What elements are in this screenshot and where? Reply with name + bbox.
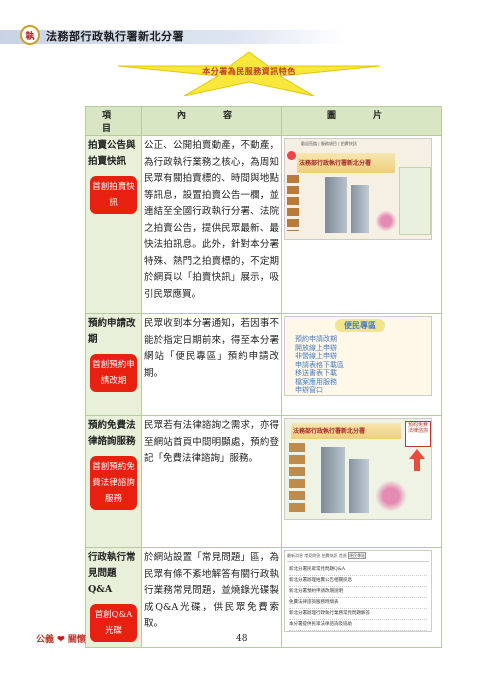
list-item: 預約申請改期 (295, 335, 337, 343)
tab-auction: 拍賣快訊 (321, 553, 338, 558)
table-row: 預約申請改期 首創預約申請改期 民眾收到本分署通知，若因事不能於指定日期前來，得… (85, 313, 442, 416)
list-item: 新北分署預約申請改期說明 (289, 587, 427, 598)
tab-home: 首頁 (338, 553, 347, 558)
table-header-row: 項 目 內 容 圖 片 (85, 106, 442, 136)
flower-decoration (371, 479, 411, 513)
shot-title: 法務部行政執行署新北分署 (293, 428, 366, 435)
list-item: 新北分署民眾常見問題Q&A (289, 565, 427, 576)
list-item: 申請表格下載區 (295, 360, 344, 369)
footer-motto: 公義 ❤ 關懷 (36, 632, 86, 645)
row-description: 民眾收到本分署通知，若因事不能於指定日期前來，得至本分署網站「便民專區」預約申請… (141, 313, 282, 416)
logo-seal-icon (287, 151, 296, 160)
table-row: 預約免費法律諮詢服務 首創預約免費法律諮詢服務 民眾若有法律諮詢之需求，亦得至網… (85, 415, 442, 548)
tab-service: 便民專區 (348, 552, 367, 559)
row-description: 民眾若有法律諮詢之需求，亦得至網站首頁中間明顯處，預約登記「免費法律諮詢」服務。 (141, 415, 282, 548)
footer-text: 公義 (36, 635, 55, 645)
shot-title: 法務部行政執行署新北分署 (299, 160, 372, 167)
heart-icon: ❤ (57, 635, 65, 645)
row-image-cell: 歡迎蒞臨 | 服務項目 | 拍賣快訊 法務部行政執行署新北分署 (281, 135, 442, 314)
screenshot-service-zone: 便民專區 預約申請改期 開放線上申辦 非營線上申辦 申請表格下載區 移送書表下載… (284, 316, 432, 396)
list-item: 檔案應用服務 (295, 377, 337, 386)
list-item: 新北分署辦理拍賣公告相關訊息 (289, 576, 427, 587)
first-badge: 首創拍賣快訊 (90, 176, 137, 214)
footer-text: 關懷 (67, 635, 86, 645)
list-item: 本分署提供民眾法律諮詢及協助 (289, 620, 427, 631)
faq-tabs: 最新消息 常見問答 拍賣快訊 首頁 便民專區 (287, 552, 429, 562)
building-image (349, 459, 369, 513)
row-item-cell: 拍賣公告與拍賣快訊 首創拍賣快訊 (85, 135, 142, 314)
table-row: 行政執行常見問題Q&A 首創Q&A光碟 於網站設置「常見問題」區，為民眾有條不紊… (85, 547, 442, 648)
service-list: 預約申請改期 開放線上申辦 非營線上申辦 申請表格下載區 移送書表下載 檔案應用… (295, 335, 425, 395)
building-image (321, 447, 345, 513)
list-item: 非營線上申辦 (295, 352, 337, 360)
first-badge: 首創預約免費法律諮詢服務 (90, 456, 137, 510)
shot-side-menu (287, 175, 299, 231)
row-item-label: 行政執行常見問題Q&A (88, 552, 136, 595)
shot-ribbon: 歡迎蒞臨 | 服務項目 | 拍賣快訊 (301, 141, 357, 146)
list-item: 免費法律諮詢服務時間表 (289, 598, 427, 609)
consult-sign: 預約免費法律諮詢 (405, 421, 431, 447)
first-badge: 首創預約申請改期 (90, 354, 137, 392)
screenshot-faq: 最新消息 常見問答 拍賣快訊 首頁 便民專區 新北分署民眾常見問題Q&A 新北分… (284, 550, 432, 632)
first-badge: 首創Q&A光碟 (90, 604, 137, 642)
screenshot-auction: 歡迎蒞臨 | 服務項目 | 拍賣快訊 法務部行政執行署新北分署 (284, 138, 432, 240)
col-header-image: 圖 片 (281, 106, 442, 136)
arrow-up-icon (409, 449, 425, 459)
row-image-cell: 法務部行政執行署新北分署 預約免費法律諮詢 (281, 415, 442, 548)
features-table: 項 目 內 容 圖 片 拍賣公告與拍賣快訊 首創拍賣快訊 公正、公開拍賣動產，不… (85, 106, 442, 648)
agency-logo-icon: 執 (20, 25, 40, 45)
shot-title: 便民專區 (335, 319, 385, 332)
row-item-cell: 行政執行常見問題Q&A 首創Q&A光碟 (85, 547, 142, 648)
row-image-cell: 便民專區 預約申請改期 開放線上申辦 非營線上申辦 申請表格下載區 移送書表下載… (281, 313, 442, 416)
screenshot-legal-consult: 法務部行政執行署新北分署 預約免費法律諮詢 (284, 418, 432, 520)
building-image (351, 185, 369, 233)
shot-right-panel (399, 167, 431, 235)
tab-news: 最新消息 (287, 553, 303, 558)
row-description: 公正、公開拍賣動產，不動產，為行政執行業務之核心，為周知民眾有關拍賣標的、時間與… (141, 135, 282, 314)
header-title: 法務部行政執行署新北分署 (46, 30, 184, 43)
shot-side-menu (289, 443, 305, 513)
banner-star: 本分署為民服務資訊特色 (118, 52, 380, 96)
banner-text: 本分署為民服務資訊特色 (202, 66, 296, 76)
row-item-label: 預約申請改期 (88, 318, 136, 345)
page-number: 48 (236, 634, 248, 644)
row-item-label: 拍賣公告與拍賣快訊 (88, 140, 136, 167)
table-row: 拍賣公告與拍賣快訊 首創拍賣快訊 公正、公開拍賣動產，不動產，為行政執行業務之核… (85, 135, 442, 314)
col-header-content: 內 容 (141, 106, 282, 136)
flower-decoration (373, 209, 399, 233)
list-item: 移送書表下載 (295, 369, 337, 377)
arrow-shaft (414, 459, 420, 471)
row-image-cell: 最新消息 常見問答 拍賣快訊 首頁 便民專區 新北分署民眾常見問題Q&A 新北分… (281, 547, 442, 648)
faq-list: 新北分署民眾常見問題Q&A 新北分署辦理拍賣公告相關訊息 新北分署預約申請改期說… (289, 565, 427, 631)
row-item-cell: 預約申請改期 首創預約申請改期 (85, 313, 142, 416)
building-image (325, 177, 347, 233)
page-header: 執 法務部行政執行署新北分署 (0, 24, 480, 50)
row-item-label: 預約免費法律諮詢服務 (88, 420, 136, 447)
list-item: 新北分署辦理行政執行業務常見問題解答 (289, 609, 427, 620)
col-header-item: 項 目 (85, 106, 142, 136)
row-item-cell: 預約免費法律諮詢服務 首創預約免費法律諮詢服務 (85, 415, 142, 548)
list-item: 申辦窗口 (295, 386, 323, 394)
list-item: 開放線上申辦 (295, 343, 337, 352)
tab-faq: 常見問答 (304, 553, 321, 558)
row-description: 於網站設置「常見問題」區，為民眾有條不紊地解答有關行政執行業務常見問題，並燒錄光… (141, 547, 282, 648)
